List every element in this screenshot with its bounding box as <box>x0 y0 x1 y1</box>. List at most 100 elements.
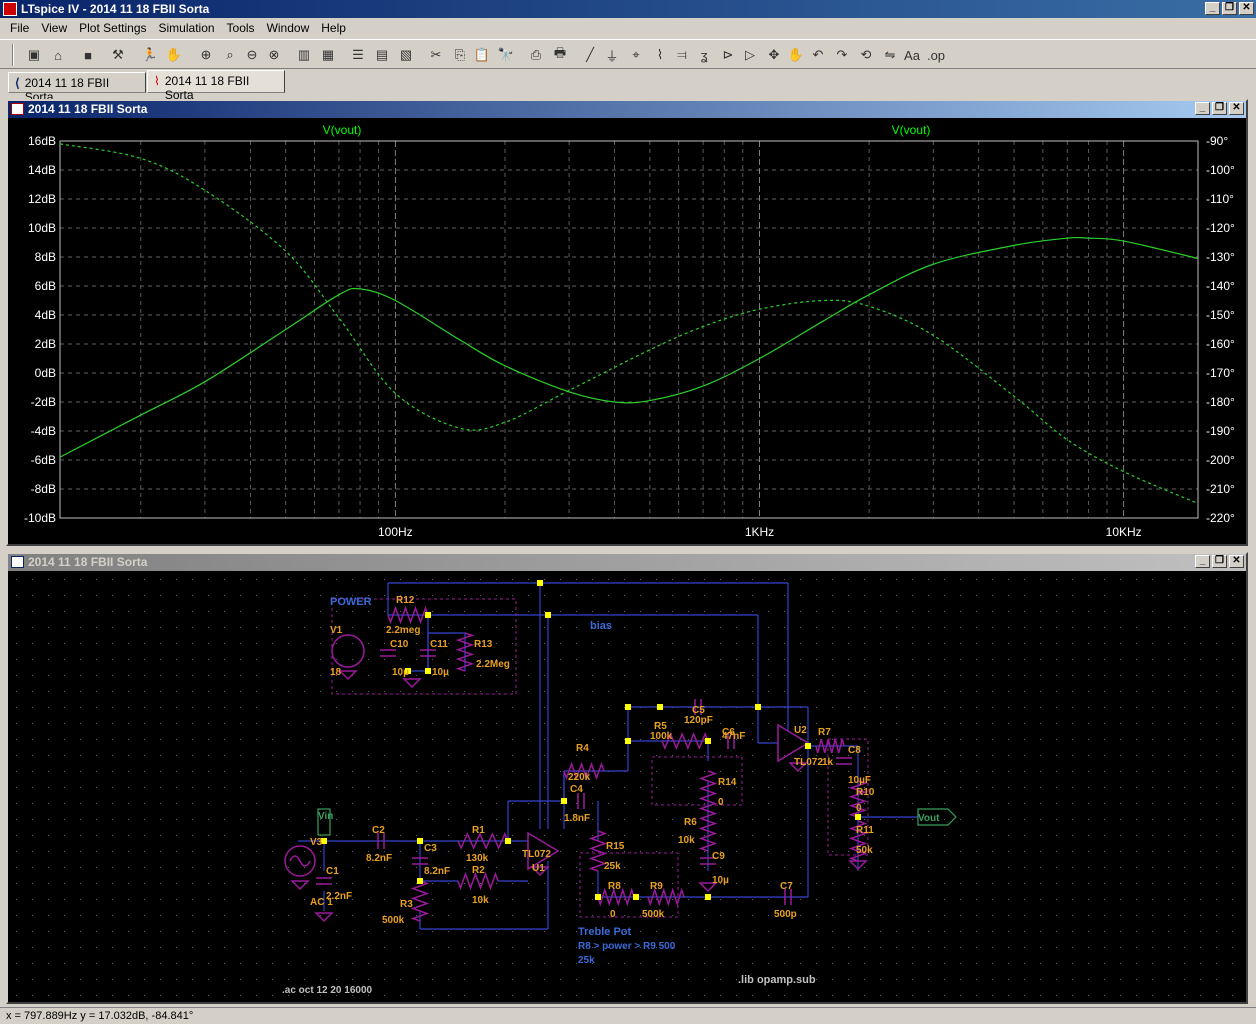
menu-tools[interactable]: Tools <box>221 19 261 38</box>
restore-button[interactable]: ❐ <box>1212 555 1227 568</box>
rotate-icon[interactable]: ⟲ <box>856 45 876 65</box>
grid-dot <box>64 739 65 740</box>
cut-icon[interactable]: ✂ <box>426 45 446 65</box>
grid-dot <box>720 675 721 676</box>
control-panel-icon[interactable]: ⚒ <box>108 45 128 65</box>
grid-dot <box>912 627 913 628</box>
new-schematic-icon[interactable]: ▣ <box>24 45 44 65</box>
inductor-icon[interactable]: ʓ <box>694 45 714 65</box>
close-button[interactable]: ✕ <box>1229 555 1244 568</box>
drag-icon[interactable]: ✋ <box>786 45 806 65</box>
grid-dot <box>96 963 97 964</box>
restore-button[interactable]: ❐ <box>1222 2 1237 15</box>
ground-icon[interactable]: ⏚ <box>602 45 622 65</box>
grid-dot <box>1104 771 1105 772</box>
grid-dot <box>160 707 161 708</box>
grid-dot <box>752 643 753 644</box>
grid-dot <box>1120 835 1121 836</box>
grid-dot <box>1088 963 1089 964</box>
close-button[interactable]: ✕ <box>1229 102 1244 115</box>
grid-dot <box>1200 675 1201 676</box>
bode-plot[interactable]: 16dB -90°14dB -100°12dB -110°10dB -120°8dB -1… <box>8 118 1246 544</box>
menu-simulation[interactable]: Simulation <box>153 19 221 38</box>
minimize-button[interactable]: _ <box>1195 102 1210 115</box>
grid-dot <box>1216 739 1217 740</box>
copy-icon[interactable]: ⎘ <box>450 45 470 65</box>
minimize-button[interactable]: _ <box>1205 2 1220 15</box>
grid-dot <box>1136 659 1137 660</box>
open-icon[interactable]: ⌂ <box>48 45 68 65</box>
grid-dot <box>256 963 257 964</box>
undo-icon[interactable]: ↶ <box>808 45 828 65</box>
zoom-out-icon[interactable]: ⊖ <box>242 45 262 65</box>
paste-icon[interactable]: 📋 <box>472 45 492 65</box>
grid-dot <box>160 627 161 628</box>
schematic-label: bias <box>590 620 612 632</box>
grid-dot <box>112 883 113 884</box>
cascade-icon[interactable]: ▧ <box>396 45 416 65</box>
tile-horizontal-icon[interactable]: ☰ <box>348 45 368 65</box>
grid-dot <box>304 579 305 580</box>
grid-dot <box>192 835 193 836</box>
schematic-label: C9 <box>712 851 725 862</box>
menu-window[interactable]: Window <box>261 19 316 38</box>
grid-dot <box>112 755 113 756</box>
grid-dot <box>624 867 625 868</box>
grid-dot <box>96 771 97 772</box>
menu-view[interactable]: View <box>35 19 73 38</box>
resistor-icon[interactable]: ⌇ <box>650 45 670 65</box>
component-icon[interactable]: ▷ <box>740 45 760 65</box>
diode-icon[interactable]: ⊳ <box>718 45 738 65</box>
grid-icon[interactable]: ▦ <box>318 45 338 65</box>
find-icon[interactable]: 🔭 <box>496 45 516 65</box>
pan-icon[interactable]: ⌕ <box>220 45 240 65</box>
label-net-icon[interactable]: ⌖ <box>626 45 646 65</box>
autorange-icon[interactable]: ▥ <box>294 45 314 65</box>
grid-dot <box>384 899 385 900</box>
grid-dot <box>416 739 417 740</box>
print-icon[interactable]: 🖶 <box>550 45 570 65</box>
wire-icon[interactable]: ╱ <box>580 45 600 65</box>
grid-dot <box>1120 707 1121 708</box>
grid-dot <box>560 947 561 948</box>
grid-dot <box>1120 995 1121 996</box>
grid-dot <box>1136 819 1137 820</box>
move-icon[interactable]: ✥ <box>764 45 784 65</box>
grid-dot <box>448 931 449 932</box>
menu-plot-settings[interactable]: Plot Settings <box>73 19 152 38</box>
grid-dot <box>480 691 481 692</box>
menu-file[interactable]: File <box>4 19 35 38</box>
restore-button[interactable]: ❐ <box>1212 102 1227 115</box>
save-icon[interactable]: ■ <box>78 45 98 65</box>
redo-icon[interactable]: ↷ <box>832 45 852 65</box>
minimize-button[interactable]: _ <box>1195 555 1210 568</box>
grid-dot <box>352 611 353 612</box>
grid-dot <box>320 963 321 964</box>
grid-dot <box>1072 595 1073 596</box>
print-preview-icon[interactable]: ⎙ <box>526 45 546 65</box>
tile-vertical-icon[interactable]: ▤ <box>372 45 392 65</box>
grid-dot <box>80 611 81 612</box>
zoom-fit-icon[interactable]: ⊗ <box>264 45 284 65</box>
halt-icon[interactable]: ✋ <box>164 45 184 65</box>
schematic-canvas[interactable]: POWER R122.2megV118C1010µC1110µR132.2Megb… <box>8 571 1246 1002</box>
tab-schematic[interactable]: ⟨ 2014 11 18 FBII Sorta <box>8 72 146 104</box>
menu-help[interactable]: Help <box>315 19 352 38</box>
grid-dot <box>1200 819 1201 820</box>
grid-dot <box>928 723 929 724</box>
grid-dot <box>752 819 753 820</box>
grid-dot <box>752 883 753 884</box>
mirror-icon[interactable]: ⇋ <box>880 45 900 65</box>
text-icon[interactable]: Aa <box>902 45 922 65</box>
capacitor-icon[interactable]: ⫤ <box>672 45 692 65</box>
tab-waveform[interactable]: ⌇ 2014 11 18 FBII Sorta <box>147 70 285 102</box>
grid-dot <box>944 803 945 804</box>
close-button[interactable]: ✕ <box>1239 2 1254 15</box>
grid-dot <box>848 659 849 660</box>
grid-dot <box>560 707 561 708</box>
run-icon[interactable]: 🏃 <box>140 45 160 65</box>
grid-dot <box>400 931 401 932</box>
grid-dot <box>768 787 769 788</box>
spice-directive-icon[interactable]: .op <box>926 45 946 65</box>
zoom-in-icon[interactable]: ⊕ <box>196 45 216 65</box>
